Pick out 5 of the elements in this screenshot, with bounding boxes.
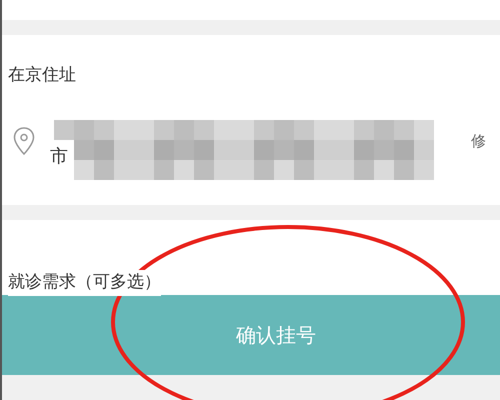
address-text: 市 — [50, 144, 68, 168]
section-title: 就诊需求（可多选） — [8, 270, 161, 296]
location-pin-icon — [12, 126, 36, 156]
section-title: 在京住址 — [8, 64, 76, 87]
edit-link[interactable]: 修 — [471, 130, 486, 152]
